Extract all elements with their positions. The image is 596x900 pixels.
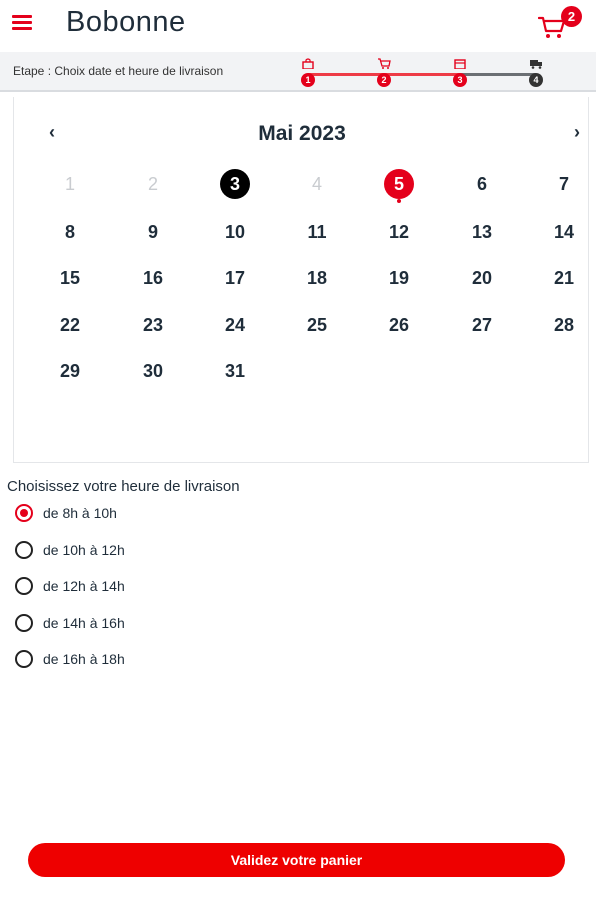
calendar-day[interactable]: 24 bbox=[219, 309, 251, 341]
calendar-day[interactable]: 22 bbox=[54, 309, 86, 341]
cart-button[interactable]: 2 bbox=[538, 6, 582, 42]
step-number: 1 bbox=[301, 73, 315, 87]
calendar: ‹ Mai 2023 › 1 2 3 4 5 6 7 8 9 10 11 12 13 14 15 16 17 18… bbox=[13, 97, 589, 463]
time-slot-option[interactable]: de 16h à 18h bbox=[15, 649, 315, 675]
truck-icon bbox=[530, 60, 542, 69]
calendar-day[interactable]: 9 bbox=[137, 216, 169, 248]
calendar-day[interactable]: 23 bbox=[137, 309, 169, 341]
app-header: Bobonne 2 bbox=[0, 0, 596, 50]
calendar-day[interactable]: 11 bbox=[301, 216, 333, 248]
step-number: 3 bbox=[453, 73, 467, 87]
time-slot-label: de 12h à 14h bbox=[43, 578, 125, 594]
radio-button[interactable] bbox=[15, 650, 33, 668]
calendar-icon bbox=[454, 59, 466, 69]
validate-cart-button[interactable]: Validez votre panier bbox=[28, 843, 565, 877]
calendar-day[interactable]: 20 bbox=[466, 262, 498, 294]
calendar-day[interactable]: 18 bbox=[301, 262, 333, 294]
cart-count-badge: 2 bbox=[561, 6, 582, 27]
calendar-day[interactable]: 30 bbox=[137, 355, 169, 387]
calendar-day: 4 bbox=[311, 174, 322, 194]
time-slot-label: de 10h à 12h bbox=[43, 542, 125, 558]
calendar-day[interactable]: 27 bbox=[466, 309, 498, 341]
time-slot-label: de 8h à 10h bbox=[43, 505, 117, 521]
radio-button[interactable] bbox=[15, 577, 33, 595]
step-4: 4 bbox=[526, 58, 546, 88]
time-slot-option[interactable]: de 14h à 16h bbox=[15, 613, 315, 639]
bag-icon bbox=[302, 58, 314, 69]
radio-button[interactable] bbox=[15, 614, 33, 632]
step-label: Etape : Choix date et heure de livraison bbox=[13, 64, 224, 78]
menu-icon[interactable] bbox=[12, 14, 32, 30]
step-number: 4 bbox=[529, 73, 543, 87]
calendar-day[interactable]: 31 bbox=[219, 355, 251, 387]
time-slot-option[interactable]: de 8h à 10h bbox=[15, 503, 315, 529]
calendar-day[interactable]: 26 bbox=[383, 309, 415, 341]
calendar-day[interactable]: 8 bbox=[54, 216, 86, 248]
time-slot-label: de 16h à 18h bbox=[43, 651, 125, 667]
calendar-day[interactable]: 10 bbox=[219, 216, 251, 248]
calendar-day[interactable]: 17 bbox=[219, 262, 251, 294]
calendar-day[interactable]: 6 bbox=[466, 168, 498, 200]
calendar-day[interactable]: 7 bbox=[548, 168, 580, 200]
calendar-day[interactable]: 12 bbox=[383, 216, 415, 248]
calendar-day[interactable]: 19 bbox=[383, 262, 415, 294]
calendar-day[interactable]: 13 bbox=[466, 216, 498, 248]
calendar-day: 1 bbox=[64, 174, 75, 194]
radio-button[interactable] bbox=[15, 504, 33, 522]
time-slot-option[interactable]: de 12h à 14h bbox=[15, 576, 315, 602]
calendar-day[interactable]: 5 bbox=[384, 169, 414, 203]
calendar-day: 2 bbox=[147, 174, 158, 194]
delivery-time-title: Choisissez votre heure de livraison bbox=[7, 478, 240, 495]
step-progress-track bbox=[308, 73, 536, 76]
step-number: 2 bbox=[377, 73, 391, 87]
checkout-step-bar: Etape : Choix date et heure de livraison… bbox=[0, 52, 596, 92]
calendar-day[interactable]: 21 bbox=[548, 262, 580, 294]
app-title: Bobonne bbox=[66, 6, 186, 38]
step-3: 3 bbox=[450, 58, 470, 88]
time-slot-option[interactable]: de 10h à 12h bbox=[15, 540, 315, 566]
calendar-day[interactable]: 16 bbox=[137, 262, 169, 294]
cart-icon bbox=[378, 58, 391, 69]
calendar-month-title: Mai 2023 bbox=[258, 122, 346, 145]
calendar-day[interactable]: 28 bbox=[548, 309, 580, 341]
step-1: 1 bbox=[298, 58, 318, 88]
calendar-day[interactable]: 3 bbox=[220, 169, 250, 199]
calendar-day[interactable]: 15 bbox=[54, 262, 86, 294]
calendar-day[interactable]: 29 bbox=[54, 355, 86, 387]
next-month-button[interactable]: › bbox=[574, 123, 580, 141]
calendar-day[interactable]: 14 bbox=[548, 216, 580, 248]
calendar-day[interactable]: 25 bbox=[301, 309, 333, 341]
radio-button[interactable] bbox=[15, 541, 33, 559]
step-2: 2 bbox=[374, 58, 394, 88]
time-slot-label: de 14h à 16h bbox=[43, 615, 125, 631]
